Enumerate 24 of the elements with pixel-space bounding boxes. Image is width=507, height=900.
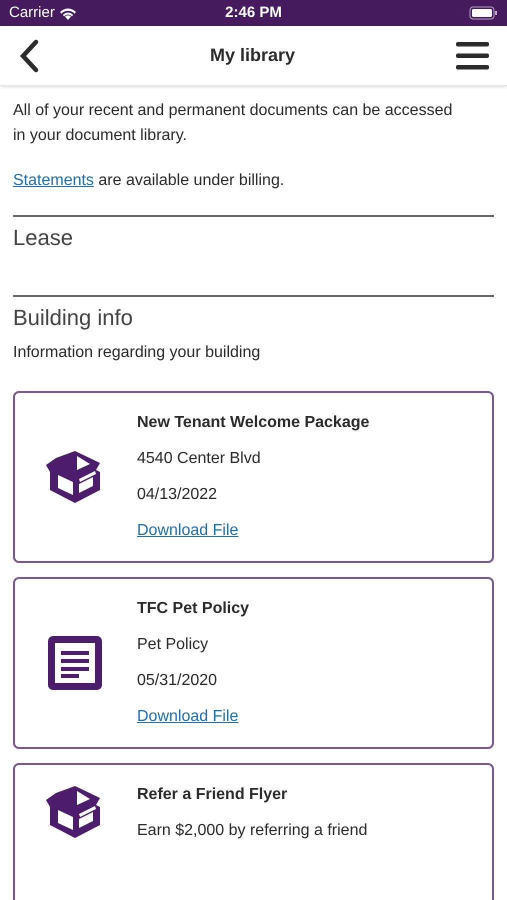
document-title: Refer a Friend Flyer — [137, 785, 288, 805]
wifi-icon — [58, 6, 77, 20]
menu-icon — [456, 40, 489, 70]
statements-note: Statements are available under billing. — [13, 171, 286, 191]
document-date: 05/31/2020 — [137, 671, 218, 691]
download-link[interactable]: Download File — [137, 519, 238, 543]
document-title: New Tenant Welcome Package — [137, 413, 370, 433]
section-heading: Building info — [13, 304, 134, 332]
statements-link[interactable]: Statements — [13, 172, 94, 189]
section-subtitle: Information regarding your building — [13, 343, 262, 363]
document-icon — [46, 634, 104, 692]
carrier-label: Carrier — [9, 2, 55, 23]
document-date: 04/13/2022 — [137, 485, 218, 505]
document-description: Earn $2,000 by referring a friend — [137, 821, 368, 841]
document-description: 4540 Center Blvd — [137, 449, 262, 469]
section-heading: Lease — [13, 224, 74, 252]
page-title: My library — [210, 44, 296, 67]
download-link[interactable]: Download File — [137, 705, 238, 729]
battery-icon — [468, 6, 498, 20]
document-title: TFC Pet Policy — [137, 599, 250, 619]
intro-text: All of your recent and permanent documents can be accessed in your document library. — [13, 101, 454, 146]
status-time: 2:46 PM — [225, 2, 282, 23]
chevron-left-icon — [18, 38, 40, 72]
document-description: Pet Policy — [137, 635, 210, 655]
